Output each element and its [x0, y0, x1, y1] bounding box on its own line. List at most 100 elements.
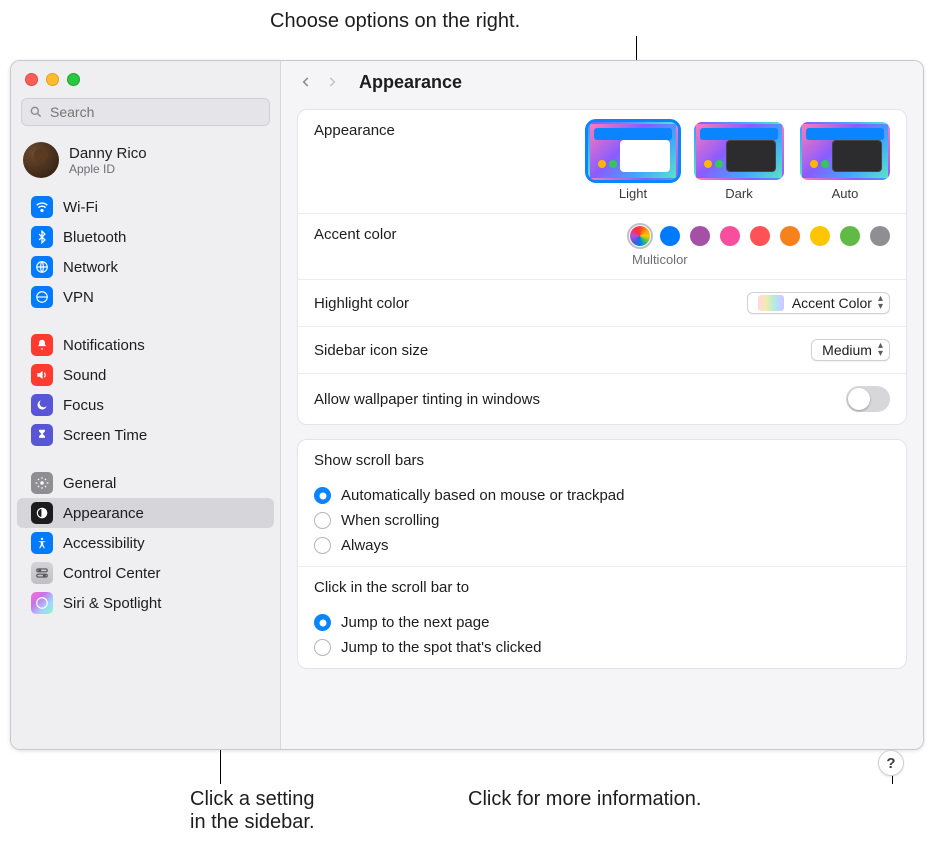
sidebar-item-focus[interactable]: Focus	[17, 390, 274, 420]
appearance-option-label: Auto	[832, 186, 859, 201]
avatar	[23, 142, 59, 178]
highlight-swatch-icon	[758, 295, 784, 311]
main-area: Appearance Appearance Light	[281, 61, 923, 749]
vpn-icon	[31, 286, 53, 308]
row-label-appearance: Appearance	[314, 122, 474, 139]
sidebar-item-bluetooth[interactable]: Bluetooth	[17, 222, 274, 252]
content: Appearance Light	[281, 99, 923, 699]
sidebar-icon-size-value: Medium	[822, 342, 872, 358]
minimize-icon[interactable]	[46, 73, 59, 86]
radio-icon	[314, 487, 331, 504]
search-field-wrap	[21, 98, 270, 126]
callout-top: Choose options on the right.	[270, 10, 520, 33]
bell-icon	[31, 334, 53, 356]
scrollclick-radio-group: Jump to the next page Jump to the spot t…	[314, 612, 541, 656]
row-label-highlight: Highlight color	[314, 295, 735, 312]
radio-icon	[314, 512, 331, 529]
scrollclick-radio-next-page[interactable]: Jump to the next page	[314, 614, 541, 631]
accent-red[interactable]	[750, 226, 770, 246]
globe-icon	[31, 256, 53, 278]
sidebar-item-label: Bluetooth	[63, 229, 126, 246]
settings-window: Danny Rico Apple ID Wi-Fi Bluetooth	[10, 60, 924, 750]
forward-button[interactable]	[321, 71, 343, 93]
radio-label: Jump to the spot that's clicked	[341, 639, 541, 656]
scrollbars-radio-when-scrolling[interactable]: When scrolling	[314, 512, 624, 529]
sidebar-item-notifications[interactable]: Notifications	[17, 330, 274, 360]
row-label-sidebar-icon: Sidebar icon size	[314, 342, 799, 359]
back-button[interactable]	[295, 71, 317, 93]
panel-scroll: Show scroll bars Automatically based on …	[297, 439, 907, 669]
scrollbars-radio-auto[interactable]: Automatically based on mouse or trackpad	[314, 487, 624, 504]
scrollclick-title: Click in the scroll bar to	[314, 579, 469, 596]
accent-blue[interactable]	[660, 226, 680, 246]
appearance-thumb-light	[588, 122, 678, 180]
zoom-icon[interactable]	[67, 73, 80, 86]
appearance-option-auto[interactable]: Auto	[800, 122, 890, 201]
accent-graphite[interactable]	[870, 226, 890, 246]
appearance-option-label: Dark	[725, 186, 752, 201]
wallpaper-tinting-toggle[interactable]	[846, 386, 890, 412]
callout-bottom-right: Click for more information.	[468, 788, 701, 811]
sidebar-item-label: Wi-Fi	[63, 199, 98, 216]
accessibility-icon	[31, 532, 53, 554]
radio-icon	[314, 639, 331, 656]
search-input[interactable]	[21, 98, 270, 126]
moon-icon	[31, 394, 53, 416]
highlight-color-select[interactable]: Accent Color ▴▾	[747, 292, 890, 314]
chevron-updown-icon: ▴▾	[878, 342, 883, 358]
sidebar-item-label: Appearance	[63, 505, 144, 522]
sidebar-item-screen-time[interactable]: Screen Time	[17, 420, 274, 450]
toolbar: Appearance	[281, 61, 923, 99]
scrollclick-radio-jump-spot[interactable]: Jump to the spot that's clicked	[314, 639, 541, 656]
highlight-value: Accent Color	[792, 295, 872, 311]
search-icon	[29, 105, 43, 119]
close-icon[interactable]	[25, 73, 38, 86]
account-row[interactable]: Danny Rico Apple ID	[11, 134, 280, 188]
accent-color-row	[630, 226, 890, 246]
accent-multicolor[interactable]	[630, 226, 650, 246]
bluetooth-icon	[31, 226, 53, 248]
nav-arrows	[295, 71, 343, 93]
accent-green[interactable]	[840, 226, 860, 246]
appearance-option-light[interactable]: Light	[588, 122, 678, 201]
sidebar-item-appearance[interactable]: Appearance	[17, 498, 274, 528]
appearance-option-dark[interactable]: Dark	[694, 122, 784, 201]
scrollbars-radio-group: Automatically based on mouse or trackpad…	[314, 485, 624, 554]
account-sub: Apple ID	[69, 162, 147, 176]
window-controls	[11, 61, 280, 94]
appearance-icon	[31, 502, 53, 524]
sidebar-item-label: General	[63, 475, 116, 492]
sidebar-icon-size-select[interactable]: Medium ▴▾	[811, 339, 890, 361]
sidebar-item-vpn[interactable]: VPN	[17, 282, 274, 312]
sidebar-item-network[interactable]: Network	[17, 252, 274, 282]
sidebar-item-control-center[interactable]: Control Center	[17, 558, 274, 588]
sidebar-item-siri-spotlight[interactable]: Siri & Spotlight	[17, 588, 274, 618]
accent-caption: Multicolor	[632, 252, 688, 267]
speaker-icon	[31, 364, 53, 386]
accent-pink[interactable]	[720, 226, 740, 246]
account-name: Danny Rico	[69, 145, 147, 162]
panel-appearance: Appearance Light	[297, 109, 907, 425]
toggles-icon	[31, 562, 53, 584]
accent-orange[interactable]	[780, 226, 800, 246]
sidebar-item-general[interactable]: General	[17, 468, 274, 498]
sidebar-item-label: Siri & Spotlight	[63, 595, 161, 612]
radio-label: Automatically based on mouse or trackpad	[341, 487, 624, 504]
accent-yellow[interactable]	[810, 226, 830, 246]
radio-icon	[314, 614, 331, 631]
sidebar-item-label: Notifications	[63, 337, 145, 354]
sidebar-item-accessibility[interactable]: Accessibility	[17, 528, 274, 558]
sidebar-item-label: Sound	[63, 367, 106, 384]
sidebar-item-label: Screen Time	[63, 427, 147, 444]
radio-label: When scrolling	[341, 512, 439, 529]
row-label-accent: Accent color	[314, 226, 474, 243]
row-label-tinting: Allow wallpaper tinting in windows	[314, 391, 834, 408]
scrollbars-title: Show scroll bars	[314, 452, 424, 469]
appearance-thumb-auto	[800, 122, 890, 180]
accent-purple[interactable]	[690, 226, 710, 246]
sidebar-item-wifi[interactable]: Wi-Fi	[17, 192, 274, 222]
scrollbars-radio-always[interactable]: Always	[314, 537, 624, 554]
help-button[interactable]: ?	[878, 750, 904, 776]
sidebar-item-label: Accessibility	[63, 535, 145, 552]
sidebar-item-sound[interactable]: Sound	[17, 360, 274, 390]
